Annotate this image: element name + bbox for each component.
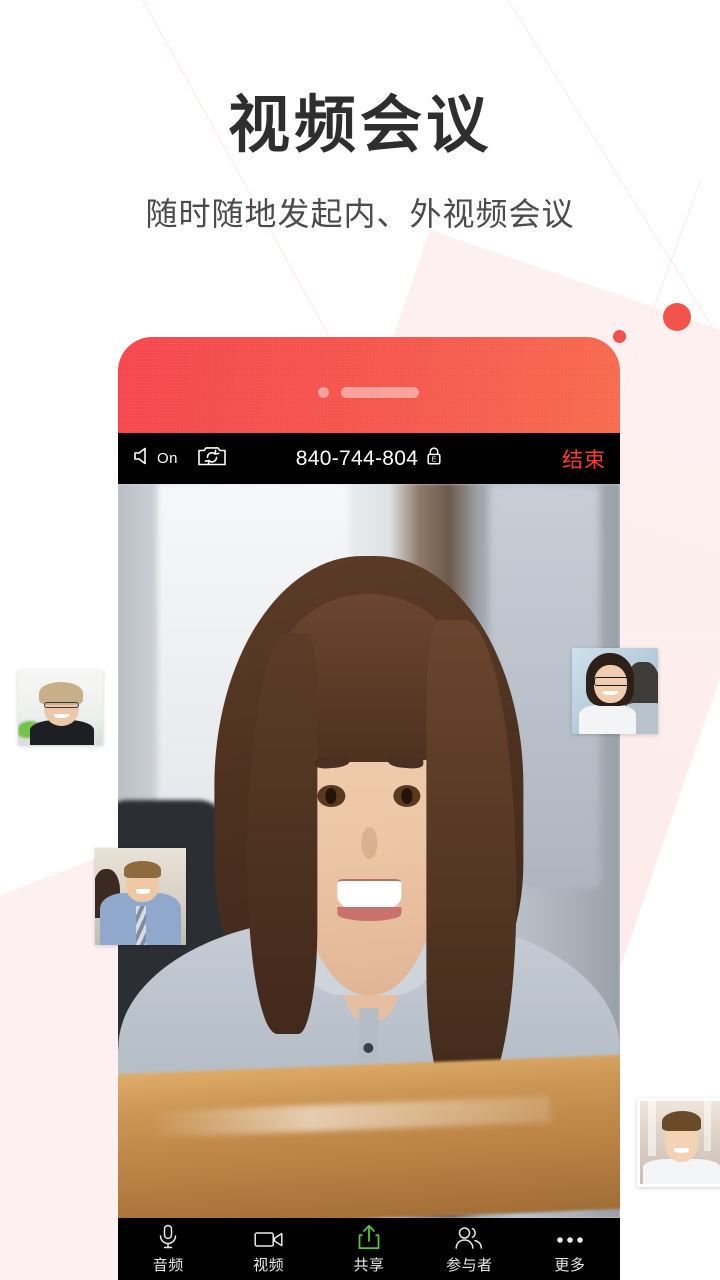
earpiece-speaker-slot-icon (341, 387, 419, 398)
page-title: 视频会议 (227, 91, 492, 160)
participant-smile (135, 888, 150, 894)
call-bottom-toolbar: 音频 视频 共享 参与者 更多 (118, 1218, 620, 1280)
participant-smile (53, 713, 69, 718)
glasses-icon (43, 701, 80, 708)
toolbar-item-video[interactable]: 视频 (218, 1224, 318, 1275)
svg-text:E: E (432, 457, 437, 464)
lock-encrypted-icon: E (426, 446, 442, 471)
front-camera-dot-icon (318, 387, 329, 398)
eye-right (393, 784, 421, 807)
microphone-icon (156, 1224, 180, 1250)
participant-body (578, 704, 636, 734)
toolbar-item-more[interactable]: 更多 (520, 1224, 620, 1275)
more-dots-icon (554, 1224, 586, 1250)
nose (360, 826, 378, 860)
call-top-bar: On 840-744-804 E 结束 (118, 433, 620, 484)
toolbar-item-share[interactable]: 共享 (319, 1224, 419, 1275)
page-header: 视频会议 随时随地发起内、外视频会议 (0, 0, 720, 235)
page-subtitle: 随时随地发起内、外视频会议 (145, 196, 575, 232)
end-call-button[interactable]: 结束 (562, 444, 606, 474)
video-camera-icon (254, 1224, 284, 1250)
phone-screen: On 840-744-804 E 结束 音频 视频 共享 参与者 更多 (118, 433, 620, 1280)
glasses-icon (593, 677, 630, 686)
participants-people-icon (454, 1224, 484, 1250)
participant-thumbnail[interactable] (18, 670, 103, 745)
toolbar-label: 参与者 (446, 1256, 493, 1274)
speaker-state-label: On (157, 450, 179, 467)
toolbar-item-participants[interactable]: 参与者 (419, 1224, 519, 1275)
flip-camera-icon[interactable] (197, 444, 227, 473)
striped-tie (135, 906, 146, 945)
video-stage[interactable] (118, 484, 620, 1218)
meeting-id-label: 840-744-804 (295, 446, 419, 470)
toolbar-item-audio[interactable]: 音频 (118, 1224, 218, 1275)
toolbar-label: 共享 (353, 1256, 385, 1274)
toolbar-label: 视频 (253, 1256, 285, 1274)
participant-thumbnail[interactable] (95, 848, 186, 945)
eye-left (317, 784, 345, 807)
speaker-toggle[interactable]: On (132, 446, 178, 471)
participant-body (643, 1159, 720, 1184)
decor-circle-large-icon (663, 303, 691, 331)
participant-hair (124, 860, 161, 879)
participant-hair (662, 1110, 701, 1131)
share-up-arrow-icon (356, 1224, 382, 1250)
main-speaker-video[interactable] (118, 484, 620, 1218)
phone-mockup: On 840-744-804 E 结束 音频 视频 共享 参与者 更多 (118, 337, 620, 1280)
window-frame-decor (648, 1101, 656, 1156)
participant-thumbnail[interactable] (572, 648, 658, 734)
speaker-icon (132, 446, 154, 471)
participant-thumbnail[interactable] (637, 1098, 720, 1187)
toolbar-label: 音频 (152, 1256, 184, 1274)
toolbar-label: 更多 (554, 1256, 586, 1274)
window-frame-decor (703, 1101, 712, 1151)
